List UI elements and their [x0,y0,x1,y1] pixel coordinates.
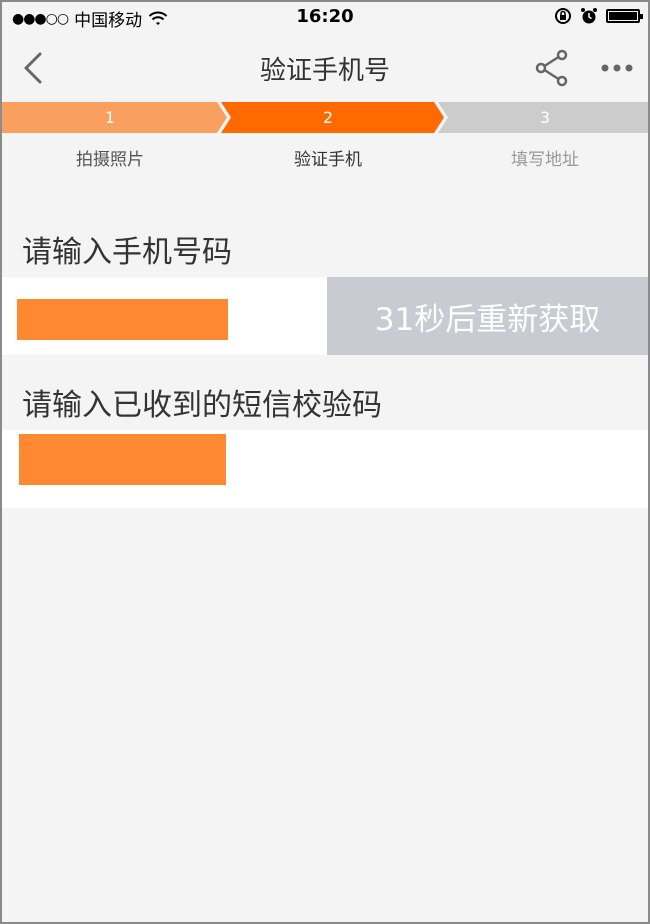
sms-code-field[interactable] [19,434,226,485]
step-3-label: 填写地址 [511,150,579,170]
alarm-icon [581,8,597,24]
share-icon[interactable] [532,48,572,88]
step-1-number: 1 [104,108,116,127]
resend-code-button[interactable]: 31秒后重新获取 [327,277,648,355]
status-right [554,7,643,25]
step-progress: 1 2 3 [2,102,648,133]
step-3-number: 3 [539,108,551,127]
step-2-number: 2 [322,108,334,127]
step-2-label: 验证手机 [294,150,362,170]
status-bar: ●●●○○ 中国移动 16:20 [2,2,648,34]
sms-section-title: 请输入已收到的短信校验码 [22,388,382,423]
nav-bar: 验证手机号 [2,34,648,102]
sms-input-row [2,430,648,508]
rotation-lock-icon [555,8,571,24]
back-icon[interactable] [18,48,54,88]
status-time: 16:20 [296,6,354,27]
page-title: 验证手机号 [259,55,390,86]
step-1-label: 拍摄照片 [76,150,144,170]
phone-number-field[interactable] [17,299,228,340]
phone-section-title: 请输入手机号码 [22,235,232,270]
battery-icon [606,9,643,23]
more-icon[interactable] [600,58,634,78]
